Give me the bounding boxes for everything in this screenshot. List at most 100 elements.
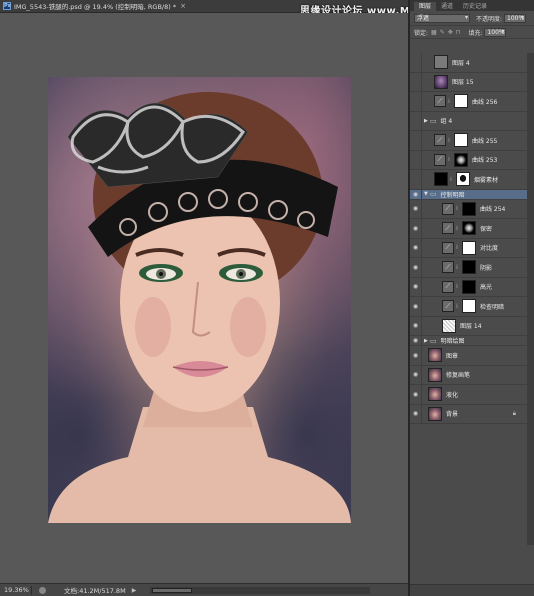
layer-row[interactable]: ◉ ⟋ ⁞ 曲线 255 [410,130,534,151]
layer-name[interactable]: 保密 [480,224,492,233]
layer-row[interactable]: ◉ ⟋ ⁞ 曲线 253 [410,150,534,170]
tab-history[interactable]: 历史记录 [458,2,492,11]
layer-row[interactable]: ◉ 图层 14 [410,316,534,336]
visibility-icon[interactable]: ◉ [410,345,422,365]
layer-group-row[interactable]: ◉ ▶ ▭ 组 4 [410,111,534,131]
layer-row[interactable]: ◉ 图层 15 [410,72,534,92]
expand-arrow-icon[interactable]: ▶ [424,118,428,124]
layer-name[interactable]: 图层 15 [452,77,474,86]
layer-name[interactable]: 修复画笔 [446,370,470,379]
document-image[interactable] [48,77,351,523]
layer-name[interactable]: 组 4 [440,116,452,125]
panel-tabs: 图层 通道 历史记录 [410,0,534,11]
opacity-input[interactable]: 100% [504,13,527,23]
visibility-icon[interactable]: ◉ [410,238,422,258]
layer-row[interactable]: ◉ 图章 [410,345,534,366]
layer-name[interactable]: 曲线 253 [472,155,497,164]
layer-group-row[interactable]: ◉ ▼ ▭ 控制明暗 [410,189,534,200]
lock-label: 锁定: [414,29,429,37]
layer-name[interactable]: 图层 14 [460,321,482,330]
layer-row[interactable]: ◉ ⟋ ⁞ 高光 [410,277,534,297]
visibility-icon[interactable]: ◉ [410,277,422,297]
visibility-icon[interactable]: ◉ [410,189,422,199]
layer-row[interactable]: ◉ ⟋ ⁞ 曲线 256 [410,91,534,112]
layer-name[interactable]: 曲线 254 [480,204,505,213]
tab-layers[interactable]: 图层 [414,2,437,11]
layer-name[interactable]: 控制明暗 [440,190,464,199]
scrollbar-thumb[interactable] [152,588,192,593]
lock-paint-icon[interactable]: ✎ [440,29,445,36]
layer-name[interactable]: 图章 [446,351,458,360]
curves-adjustment-icon: ⟋ [442,261,454,274]
visibility-icon[interactable]: ◉ [410,91,422,111]
layer-name[interactable]: 曲线 255 [472,136,497,145]
layer-name[interactable]: 液化 [446,390,458,399]
layer-name[interactable]: 阴影 [480,263,492,272]
expand-arrow-icon[interactable]: ▶ [424,338,428,344]
visibility-icon[interactable]: ◉ [410,365,422,385]
blend-mode-select[interactable]: 浮遮 [414,13,470,23]
horizontal-scrollbar[interactable] [150,587,370,594]
lock-transparent-icon[interactable]: ▦ [431,29,437,36]
layer-name[interactable]: 烟雾素材 [474,175,498,184]
layer-name[interactable]: 对比度 [480,243,498,252]
close-icon[interactable]: × [180,2,186,10]
layer-name[interactable]: 曲线 256 [472,97,497,106]
fill-input[interactable]: 100% [484,27,507,37]
lock-all-icon[interactable]: ⊓ [456,29,461,36]
visibility-icon[interactable]: ◉ [410,218,422,238]
layer-name[interactable]: 图层 4 [452,58,470,67]
visibility-icon[interactable]: ◉ [410,257,422,277]
link-icon: ⁞ [456,244,458,252]
visibility-icon[interactable]: ◉ [410,130,422,150]
status-menu-icon[interactable] [39,586,46,594]
layer-thumbnail [428,348,442,363]
visibility-icon[interactable]: ◉ [410,296,422,316]
visibility-icon[interactable]: ◉ [410,404,422,424]
layer-name[interactable]: 检查明暗 [480,302,504,311]
visibility-icon[interactable]: ◉ [410,335,422,346]
layer-name[interactable]: 高光 [480,282,492,291]
layer-group-row[interactable]: ◉ ▶ ▭ 明暗绘图 [410,335,534,346]
visibility-icon[interactable]: ◉ [410,150,422,170]
curves-adjustment-icon: ⟋ [442,280,454,293]
visibility-icon[interactable]: ◉ [410,72,422,92]
lock-move-icon[interactable]: ✥ [448,29,453,36]
visibility-icon[interactable]: ◉ [410,169,422,189]
visibility-icon[interactable]: ◉ [410,316,422,336]
visibility-icon[interactable]: ◉ [410,199,422,219]
link-icon: ⁞ [456,263,458,271]
folder-icon: ▭ [429,190,437,198]
layer-row[interactable]: ◉ 液化 [410,384,534,405]
layers-scrollbar[interactable] [527,53,534,545]
visibility-icon[interactable]: ◉ [410,111,422,131]
visibility-icon[interactable]: ◉ [410,52,422,72]
visibility-icon[interactable]: ◉ [410,384,422,404]
layer-row[interactable]: ◉ ⟋ ⁞ 对比度 [410,238,534,258]
curves-adjustment-icon: ⟋ [434,134,446,147]
tab-channels[interactable]: 通道 [436,2,458,11]
layer-thumbnail [428,406,442,421]
collapse-arrow-icon[interactable]: ▼ [424,191,428,197]
lock-row: 锁定: ▦ ✎ ✥ ⊓ 填充: 100% [410,26,534,39]
layer-row[interactable]: ◉ ⟋ ⁞ 曲线 254 [410,199,534,219]
layer-mask-thumbnail [462,201,476,216]
layer-row[interactable]: ◉ ⟋ ⁞ 阴影 [410,257,534,278]
layer-name[interactable]: 明暗绘图 [440,336,464,345]
layers-list: ◉ 图层 4 ◉ 图层 15 ◉ ⟋ ⁞ 曲线 256 ◉ ▶ ▭ 组 4 [410,52,534,545]
layer-thumbnail [428,367,442,382]
layer-row[interactable]: ◉ 图层 4 [410,52,534,73]
layer-name[interactable]: 背景 [446,409,458,418]
status-arrow-icon[interactable]: ▶ [132,587,137,594]
layer-row[interactable]: ◉ 修复画笔 [410,365,534,385]
layer-row[interactable]: ◉ 背景 🔒︎ [410,404,534,424]
panel-footer [410,584,534,596]
layer-row[interactable]: ◉ ⟋ ⁞ 检查明暗 [410,296,534,317]
zoom-level[interactable]: 19.36% [0,586,29,594]
link-icon: ⁞ [456,224,458,232]
layer-row[interactable]: ◉ ⁞ 烟雾素材 [410,169,534,190]
layer-row[interactable]: ◉ ⟋ ⁞ 保密 [410,218,534,239]
layer-mask-thumbnail [462,240,476,255]
canvas-area[interactable] [0,13,408,583]
link-icon: ⁞ [456,283,458,291]
